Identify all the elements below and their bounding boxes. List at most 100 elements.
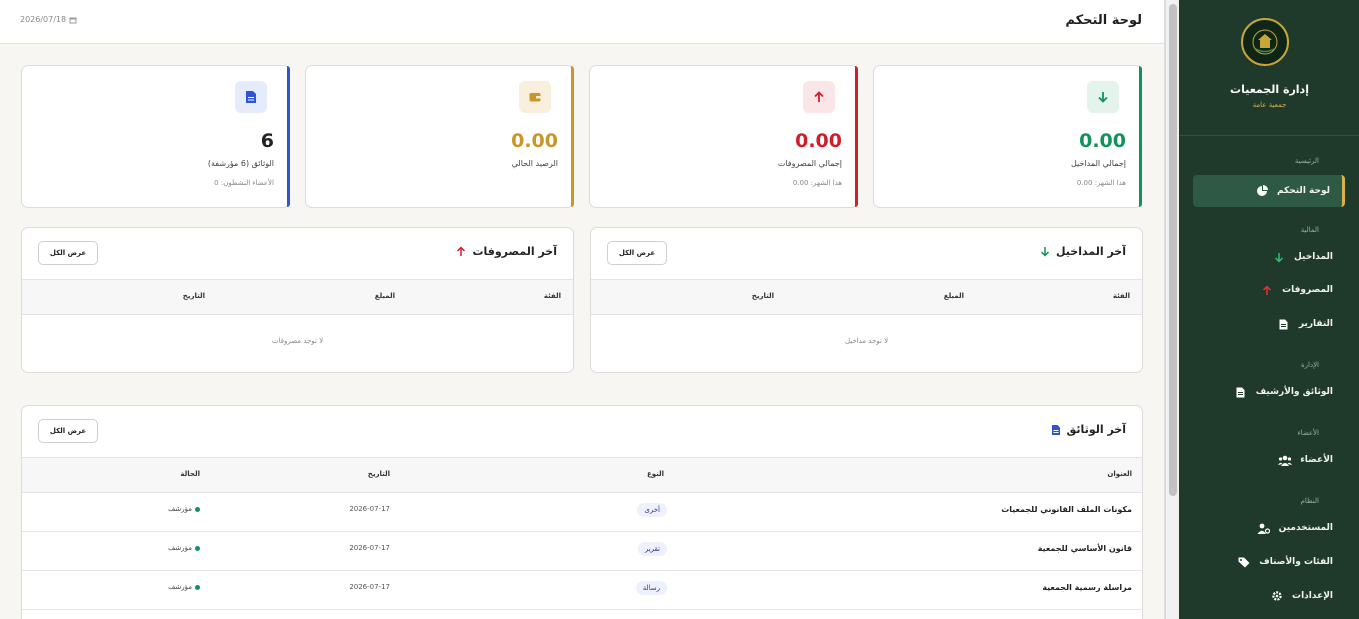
stat-accent-bar bbox=[287, 66, 290, 207]
recent-income-panel: آخر المداخيل عرض الكل الفئة المبلغ التار… bbox=[590, 227, 1143, 373]
empty-state: لا توجد مصروفات bbox=[271, 337, 324, 345]
col-amount: المبلغ bbox=[943, 292, 964, 300]
arrow-up-icon bbox=[1260, 283, 1274, 297]
document-icon bbox=[1051, 424, 1060, 435]
sidebar-item-label: الفئات والأصناف bbox=[1259, 557, 1333, 567]
col-date: التاريخ bbox=[367, 470, 390, 478]
col-status: الحالة bbox=[180, 470, 200, 478]
page-title: لوحة التحكم bbox=[1065, 13, 1142, 28]
panel-header: آخر المداخيل عرض الكل bbox=[591, 228, 1142, 280]
table-row[interactable]: مكونات الملف القانوني للجمعيات أخرى 2026… bbox=[22, 493, 1142, 532]
col-title: العنوان bbox=[1107, 470, 1132, 478]
view-all-documents-button[interactable]: عرض الكل bbox=[38, 419, 98, 443]
stat-value: 0.00 bbox=[1079, 130, 1126, 152]
sidebar-item-income[interactable]: المداخيل bbox=[1193, 241, 1345, 273]
doc-type-badge: أخرى bbox=[637, 503, 667, 517]
col-category: الفئة bbox=[1112, 292, 1130, 300]
doc-title: مراسلة رسمية الجمعية bbox=[1042, 583, 1132, 592]
doc-status: مؤرشف bbox=[168, 544, 200, 552]
section-system: النظام bbox=[1300, 497, 1319, 505]
sidebar-item-categories[interactable]: الفئات والأصناف bbox=[1193, 546, 1345, 578]
panel-title-text: آخر المداخيل bbox=[1055, 245, 1126, 258]
tag-icon bbox=[1237, 555, 1251, 569]
panel-title: آخر المصروفات bbox=[456, 245, 557, 258]
stat-label: الرصيد الحالي bbox=[511, 159, 558, 168]
users-icon bbox=[1278, 453, 1293, 467]
panel-title: آخر الوثائق bbox=[1051, 423, 1126, 436]
panel-title-text: آخر الوثائق bbox=[1066, 423, 1126, 436]
doc-type-badge: تقرير bbox=[637, 542, 667, 556]
panel-header: آخر المصروفات عرض الكل bbox=[22, 228, 573, 280]
doc-status-text: مؤرشف bbox=[168, 544, 192, 552]
col-date: التاريخ bbox=[751, 292, 774, 300]
brand-subtitle: جمعية عامة bbox=[1252, 101, 1287, 109]
pie-chart-icon bbox=[1255, 184, 1269, 198]
stat-value: 0.00 bbox=[511, 130, 558, 152]
arrow-down-icon bbox=[1086, 81, 1119, 113]
status-dot bbox=[195, 584, 200, 590]
report-icon bbox=[1277, 317, 1291, 331]
view-all-income-button[interactable]: عرض الكل bbox=[607, 241, 667, 265]
stat-value: 0.00 bbox=[795, 130, 842, 152]
sidebar-item-label: المصروفات bbox=[1282, 285, 1333, 295]
stat-card-expenses: 0.00 إجمالي المصروفات هذا الشهر: 0.00 bbox=[589, 65, 858, 208]
document-icon bbox=[234, 81, 267, 113]
stat-card-balance: 0.00 الرصيد الحالي bbox=[305, 65, 574, 208]
sidebar-item-members[interactable]: الأعضاء bbox=[1193, 444, 1345, 476]
recent-documents-panel: آخر الوثائق عرض الكل العنوان النوع التار… bbox=[21, 405, 1143, 619]
empty-state: لا توجد مداخيل bbox=[844, 337, 889, 345]
wallet-icon bbox=[518, 81, 551, 113]
stat-accent-bar bbox=[1139, 66, 1142, 207]
sidebar-brand: إدارة الجمعيات جمعية عامة bbox=[1180, 0, 1359, 136]
table-row[interactable]: قانون الأساسي للجمعية تقرير 2026-07-17 م… bbox=[22, 532, 1142, 571]
arrow-up-icon bbox=[457, 246, 466, 256]
panel-title: آخر المداخيل bbox=[1040, 245, 1126, 258]
col-type: النوع bbox=[646, 470, 664, 478]
stat-sub: هذا الشهر: 0.00 bbox=[1076, 179, 1126, 187]
gear-icon bbox=[1270, 589, 1284, 603]
doc-title: مكونات الملف القانوني للجمعيات bbox=[1001, 505, 1132, 514]
doc-date: 2026-07-17 bbox=[349, 583, 390, 591]
stat-accent-bar bbox=[855, 66, 858, 207]
doc-status: مؤرشف bbox=[168, 505, 200, 513]
user-gear-icon bbox=[1257, 521, 1271, 535]
doc-status: مؤرشف bbox=[168, 583, 200, 591]
table-header: العنوان النوع التاريخ الحالة bbox=[22, 458, 1142, 493]
doc-date: 2026-07-17 bbox=[349, 544, 390, 552]
sidebar-item-users[interactable]: المستخدمين bbox=[1193, 512, 1345, 544]
sidebar-item-settings[interactable]: الإعدادات bbox=[1193, 580, 1345, 612]
recent-expenses-panel: آخر المصروفات عرض الكل الفئة المبلغ التا… bbox=[21, 227, 574, 373]
status-dot bbox=[195, 506, 200, 512]
sidebar-item-documents[interactable]: الوثائق والأرشيف bbox=[1193, 376, 1345, 408]
document-icon bbox=[1234, 385, 1248, 399]
sidebar-item-reports[interactable]: التقارير bbox=[1193, 308, 1345, 340]
header-date: 2026/07/18 bbox=[20, 15, 77, 24]
main-content: لوحة التحكم 2026/07/18 0.00 إجمالي المدا… bbox=[0, 0, 1165, 619]
view-all-expenses-button[interactable]: عرض الكل bbox=[38, 241, 98, 265]
sidebar-item-dashboard[interactable]: لوحة التحكم bbox=[1193, 175, 1345, 207]
col-date: التاريخ bbox=[182, 292, 205, 300]
col-category: الفئة bbox=[543, 292, 561, 300]
logo bbox=[1241, 18, 1289, 66]
doc-status-text: مؤرشف bbox=[168, 505, 192, 513]
stat-card-documents: 6 الوثائق (6 مؤرشفة) الأعضاء النشطون: 0 bbox=[21, 65, 290, 208]
brand-name: إدارة الجمعيات bbox=[1230, 83, 1309, 96]
panel-title-text: آخر المصروفات bbox=[472, 245, 557, 258]
status-dot bbox=[195, 545, 200, 551]
sidebar-item-label: الوثائق والأرشيف bbox=[1255, 387, 1333, 397]
table-row[interactable]: مراسلة رسمية الجمعية رسالة 2026-07-17 مؤ… bbox=[22, 571, 1142, 610]
section-members: الأعضاء bbox=[1297, 429, 1319, 437]
header-date-text: 2026/07/18 bbox=[20, 15, 67, 24]
doc-status-text: مؤرشف bbox=[168, 583, 192, 591]
sidebar: إدارة الجمعيات جمعية عامة الرئيسية لوحة … bbox=[1180, 0, 1359, 619]
table-header: الفئة المبلغ التاريخ bbox=[22, 280, 573, 315]
section-finance: المالية bbox=[1300, 226, 1319, 234]
scrollbar-thumb[interactable] bbox=[1169, 4, 1177, 496]
stat-label: الوثائق (6 مؤرشفة) bbox=[207, 159, 274, 168]
sidebar-item-expenses[interactable]: المصروفات bbox=[1193, 274, 1345, 306]
sidebar-item-label: الأعضاء bbox=[1300, 455, 1333, 465]
main-scrollbar[interactable] bbox=[1165, 0, 1179, 619]
panel-header: آخر الوثائق عرض الكل bbox=[22, 406, 1142, 458]
calendar-icon bbox=[69, 17, 77, 23]
doc-title: قانون الأساسي للجمعية bbox=[1037, 544, 1132, 553]
